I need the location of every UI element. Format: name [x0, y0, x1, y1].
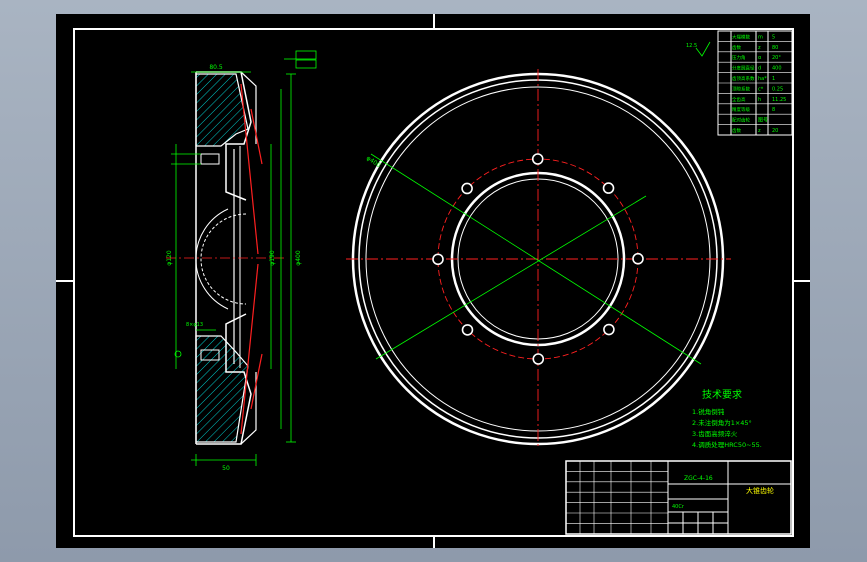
param-cell: m [758, 34, 763, 40]
param-cell: 8 [772, 107, 775, 113]
param-cell: c* [758, 86, 764, 92]
drawing-sheet: 80.5 50 φ400 φ190 φ120 8×φ13 φ400 大端模数 m 5… [56, 14, 810, 548]
dim-note: 8×φ13 [186, 322, 203, 328]
material: 40Cr [672, 504, 685, 510]
title-block [565, 460, 792, 535]
param-cell: α [758, 55, 762, 61]
bolt-hole [531, 153, 544, 165]
param-cell: 大端模数 [732, 33, 750, 40]
param-cell: ha* [758, 76, 767, 82]
bolt-hole [432, 253, 444, 266]
param-cell: 齿数 [732, 44, 741, 51]
param-cell: 全齿高 [732, 96, 746, 103]
tech-requirements: 技术要求 1.锐角倒钝 2.未注倒角为1×45° 3.齿面高频淬火 4.调质处理… [692, 388, 762, 449]
param-cell: 11.25 [772, 97, 786, 103]
roughness-label: 12.5 [686, 43, 697, 49]
section-view: 80.5 50 φ400 φ190 φ120 8×φ13 [166, 50, 317, 472]
param-cell: 分度圆直径 [732, 65, 755, 72]
dim-left-1: φ400 [295, 250, 302, 266]
param-cell: 齿数 [732, 127, 741, 134]
bolt-hole [632, 252, 644, 265]
param-cell: 图号 [758, 118, 768, 124]
part-name: 大锥齿轮 [746, 486, 774, 495]
dim-left-3: φ120 [166, 250, 173, 266]
bolt-hole [603, 323, 615, 336]
param-cell: 400 [772, 66, 782, 72]
param-cell: h [758, 97, 761, 103]
dim-bottom: 50 [222, 465, 230, 472]
drawing-code: ZGC-4-16 [684, 475, 713, 482]
bolt-hole [602, 182, 615, 194]
tech-title: 技术要求 [702, 388, 742, 401]
tech-note-2: 2.未注倒角为1×45° [692, 418, 752, 427]
bolt-hole [461, 324, 474, 336]
param-cell: 20 [772, 128, 778, 134]
bolt-hole [532, 353, 545, 365]
bolt-hole [461, 182, 473, 195]
param-cell: 1 [772, 76, 775, 82]
param-cell: 0.25 [772, 86, 783, 92]
param-cell: 精度等级 [732, 106, 750, 113]
param-cell: 齿顶高系数 [732, 75, 755, 82]
param-cell: 5 [772, 34, 775, 40]
dim-top: 80.5 [209, 64, 223, 71]
dim-left-2: φ190 [269, 250, 276, 266]
param-cell: z [758, 45, 761, 51]
param-cell: 20° [772, 55, 781, 61]
cad-drawing: 80.5 50 φ400 φ190 φ120 8×φ13 φ400 大端模数 m 5… [56, 14, 810, 548]
param-cell: 压力角 [732, 54, 746, 61]
gear-param-table: 大端模数 m 5 齿数 z 80 压力角 α 20° 分度圆直径 d 400 齿顶高系数 ha* 1 顶隙系数… [686, 30, 793, 136]
param-cell: 80 [772, 45, 778, 51]
param-cell: 顶隙系数 [732, 85, 750, 92]
svg-text:φ400: φ400 [365, 155, 382, 169]
param-cell: z [758, 128, 761, 134]
front-view: φ400 [346, 69, 731, 449]
tech-note-1: 1.锐角倒钝 [692, 407, 725, 416]
param-cell: 配对齿轮 [732, 117, 750, 124]
tech-note-4: 4.调质处理HRC50~55. [692, 440, 762, 449]
param-cell: d [758, 66, 761, 72]
tech-note-3: 3.齿面高频淬火 [692, 429, 738, 438]
